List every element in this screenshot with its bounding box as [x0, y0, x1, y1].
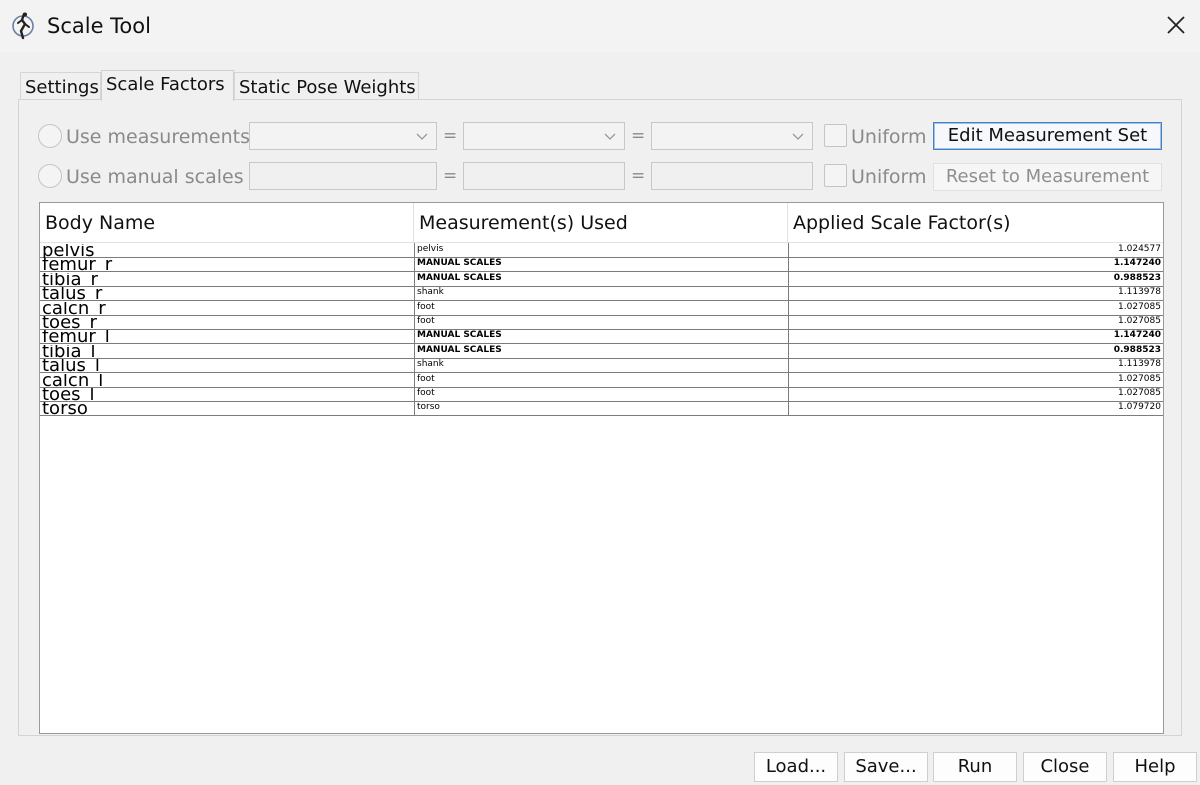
table-row[interactable]: pelvis pelvis 1.024577: [40, 243, 1163, 258]
body-name-cell: talus_l: [42, 359, 100, 374]
measurement-cell[interactable]: MANUAL SCALES: [414, 257, 788, 272]
uniform-label: Uniform: [851, 166, 927, 188]
close-icon[interactable]: [1163, 12, 1189, 38]
scale-factor-cell[interactable]: 1.113978: [788, 286, 1163, 301]
equals-sign: =: [443, 166, 458, 186]
body-name-cell: femur_r: [42, 258, 113, 273]
opensim-figure-icon: [12, 12, 34, 40]
manual-scale-z-field[interactable]: [651, 162, 813, 190]
measurement-cell[interactable]: foot: [414, 315, 788, 329]
column-header-measurements-used[interactable]: Measurement(s) Used: [414, 203, 788, 243]
chevron-down-icon: [416, 133, 428, 140]
table-row[interactable]: talus_r shank 1.113978: [40, 286, 1163, 302]
body-name-cell: toes_r: [42, 316, 97, 330]
table-row[interactable]: toes_r foot 1.027085: [40, 315, 1163, 330]
body-name-cell: talus_r: [42, 287, 103, 302]
uniform-manual-checkbox[interactable]: [824, 164, 847, 187]
scale-factor-cell[interactable]: 0.988523: [788, 271, 1163, 286]
table-header: Body Name Measurement(s) Used Applied Sc…: [40, 203, 1163, 243]
measurement-z-combo[interactable]: [651, 122, 813, 150]
measurement-cell[interactable]: torso: [414, 401, 788, 416]
table-row[interactable]: calcn_l foot 1.027085: [40, 372, 1163, 388]
table-row[interactable]: tibia_r MANUAL SCALES 0.988523: [40, 271, 1163, 287]
measurement-cell[interactable]: shank: [414, 358, 788, 373]
scale-factor-cell[interactable]: 1.027085: [788, 372, 1163, 387]
measurement-x-combo[interactable]: [249, 122, 437, 150]
tab-scale-factors[interactable]: Scale Factors: [101, 70, 234, 101]
column-header-body-name[interactable]: Body Name: [40, 203, 414, 243]
use-manual-scales-label: Use manual scales: [66, 166, 244, 188]
reset-to-measurement-button[interactable]: Reset to Measurement: [933, 163, 1162, 191]
uniform-measurements-checkbox[interactable]: [824, 124, 847, 147]
scale-factors-table: Body Name Measurement(s) Used Applied Sc…: [39, 202, 1164, 734]
manual-scale-x-field[interactable]: [249, 162, 437, 190]
scale-factor-cell[interactable]: 1.113978: [788, 358, 1163, 373]
scale-factor-cell[interactable]: 1.027085: [788, 300, 1163, 315]
chevron-down-icon: [604, 133, 616, 140]
measurement-y-combo[interactable]: [463, 122, 625, 150]
measurement-cell[interactable]: foot: [414, 300, 788, 315]
scale-factor-cell[interactable]: 1.027085: [788, 387, 1163, 401]
scale-factor-cell[interactable]: 1.147240: [788, 329, 1163, 344]
measurement-cell[interactable]: MANUAL SCALES: [414, 343, 788, 358]
table-row[interactable]: tibia_l MANUAL SCALES 0.988523: [40, 343, 1163, 359]
uniform-label: Uniform: [851, 126, 927, 148]
scale-factor-cell[interactable]: 1.079720: [788, 401, 1163, 416]
tab-settings[interactable]: Settings: [20, 72, 101, 100]
table-row[interactable]: toes_l foot 1.027085: [40, 387, 1163, 402]
scale-factor-cell[interactable]: 0.988523: [788, 343, 1163, 358]
measurement-cell[interactable]: foot: [414, 387, 788, 401]
body-name-cell: calcn_r: [42, 301, 106, 316]
help-button[interactable]: Help: [1113, 752, 1197, 782]
use-measurements-radio[interactable]: [38, 124, 62, 148]
table-row[interactable]: calcn_r foot 1.027085: [40, 300, 1163, 316]
measurement-cell[interactable]: shank: [414, 286, 788, 301]
measurement-cell[interactable]: foot: [414, 372, 788, 387]
equals-sign: =: [631, 126, 646, 146]
body-name-cell: calcn_l: [42, 373, 104, 388]
equals-sign: =: [443, 126, 458, 146]
body-name-cell: torso: [42, 402, 88, 417]
use-manual-scales-radio[interactable]: [38, 164, 62, 188]
equals-sign: =: [631, 166, 646, 186]
chevron-down-icon: [792, 133, 804, 140]
body-name-cell: toes_l: [42, 388, 95, 402]
measurement-cell[interactable]: pelvis: [414, 243, 788, 257]
body-name-cell: femur_l: [42, 330, 110, 345]
scale-factor-cell[interactable]: 1.024577: [788, 243, 1163, 257]
body-name-cell: pelvis: [42, 244, 95, 258]
measurement-cell[interactable]: MANUAL SCALES: [414, 271, 788, 286]
scale-factor-cell[interactable]: 1.147240: [788, 257, 1163, 272]
scale-factor-cell[interactable]: 1.027085: [788, 315, 1163, 329]
column-header-applied-scale-factors[interactable]: Applied Scale Factor(s): [788, 203, 1163, 243]
body-name-cell: tibia_r: [42, 272, 98, 287]
edit-measurement-set-button[interactable]: Edit Measurement Set: [933, 122, 1162, 150]
window-title: Scale Tool: [47, 14, 151, 38]
load-button[interactable]: Load...: [754, 752, 838, 782]
body-name-cell: tibia_l: [42, 344, 96, 359]
tab-static-pose-weights[interactable]: Static Pose Weights: [234, 72, 419, 100]
table-row[interactable]: torso torso 1.079720: [40, 401, 1163, 417]
close-button[interactable]: Close: [1023, 752, 1107, 782]
table-row[interactable]: talus_l shank 1.113978: [40, 358, 1163, 374]
table-row[interactable]: femur_l MANUAL SCALES 1.147240: [40, 329, 1163, 345]
title-bar: Scale Tool: [0, 0, 1200, 52]
run-button[interactable]: Run: [933, 752, 1017, 782]
manual-scale-y-field[interactable]: [463, 162, 625, 190]
use-measurements-label: Use measurements: [66, 126, 250, 148]
measurement-cell[interactable]: MANUAL SCALES: [414, 329, 788, 344]
save-button[interactable]: Save...: [844, 752, 928, 782]
table-row[interactable]: femur_r MANUAL SCALES 1.147240: [40, 257, 1163, 273]
